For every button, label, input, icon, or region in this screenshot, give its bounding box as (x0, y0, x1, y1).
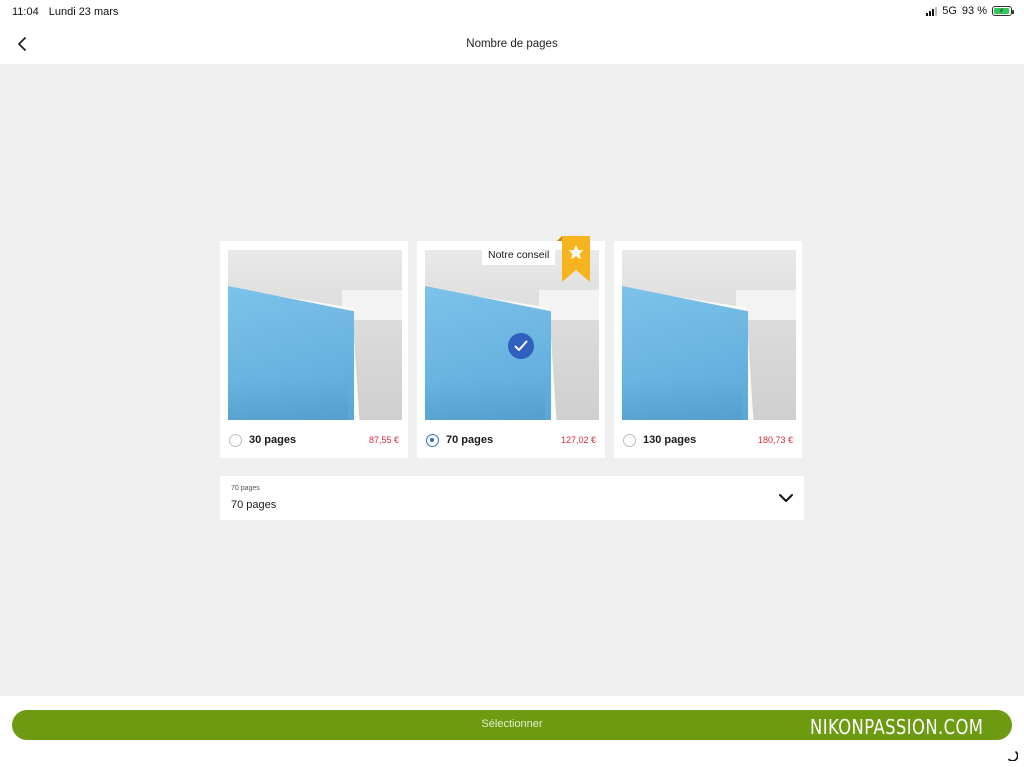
loading-indicator-icon (1008, 751, 1018, 761)
option-card-70-pages[interactable]: Notre conseil 70 pages 127,02 € (417, 236, 605, 458)
main-content: 30 pages 87,55 € Notre conseil 70 pages … (0, 64, 1024, 696)
option-price: 87,55 € (368, 435, 399, 445)
dropdown-value: 70 pages (231, 499, 277, 511)
option-label: 70 pages (446, 434, 494, 446)
recommendation-label: Notre conseil (482, 245, 556, 265)
network-type: 5G (942, 5, 957, 17)
option-label: 130 pages (643, 434, 697, 446)
option-card-30-pages[interactable]: 30 pages 87,55 € (220, 241, 408, 458)
status-bar: 11:04 Lundi 23 mars 5G 93 % ⚡ (0, 0, 1024, 24)
photobook-image (622, 250, 796, 420)
bottom-bar: Sélectionner NIKONPASSION.COM (0, 696, 1024, 767)
option-radio[interactable] (426, 433, 439, 447)
status-time: 11:04 (12, 6, 39, 18)
option-price: 180,73 € (757, 435, 793, 445)
option-label: 30 pages (249, 434, 297, 446)
page-count-options: 30 pages 87,55 € Notre conseil 70 pages … (220, 236, 802, 458)
battery-icon: ⚡ (992, 6, 1014, 16)
nav-bar: Nombre de pages (0, 24, 1024, 64)
watermark: NIKONPASSION.COM (809, 715, 983, 739)
option-radio[interactable] (623, 433, 636, 447)
dropdown-caption: 70 pages (231, 485, 260, 492)
page-title: Nombre de pages (466, 38, 558, 50)
option-card-130-pages[interactable]: 130 pages 180,73 € (614, 241, 802, 458)
select-button[interactable]: Sélectionner NIKONPASSION.COM (12, 710, 1012, 740)
page-count-dropdown[interactable]: 70 pages 70 pages (220, 476, 804, 520)
star-ribbon-icon (557, 236, 590, 282)
chevron-down-icon (779, 494, 793, 502)
option-radio[interactable] (229, 433, 242, 447)
signal-icon (926, 6, 938, 16)
status-date: Lundi 23 mars (48, 6, 119, 18)
photobook-image (228, 250, 402, 420)
checkmark-icon (508, 333, 534, 359)
battery-percent: 93 % (961, 5, 987, 17)
option-price: 127,02 € (560, 435, 596, 445)
